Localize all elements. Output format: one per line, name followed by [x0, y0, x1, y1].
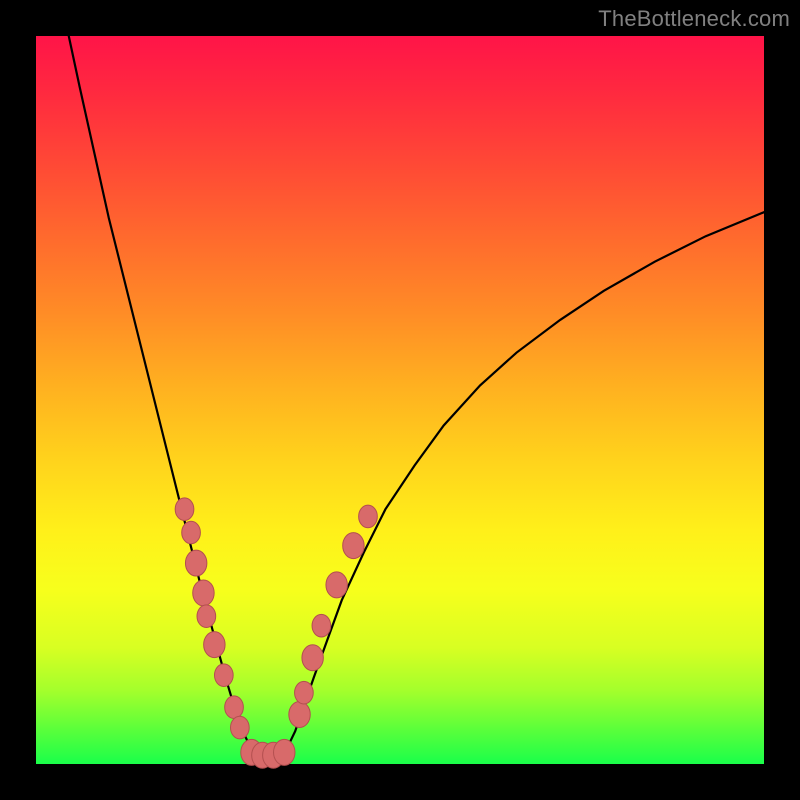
data-dot [193, 580, 214, 606]
data-dots [175, 498, 377, 768]
curve-left [69, 36, 259, 760]
watermark-text: TheBottleneck.com [598, 6, 790, 32]
data-dot [197, 605, 216, 628]
data-dot [295, 681, 314, 704]
data-dot [231, 716, 250, 739]
data-dot [302, 645, 323, 671]
data-dot [182, 521, 201, 544]
data-dot [343, 533, 364, 559]
data-dot [274, 739, 295, 765]
data-dot [214, 664, 233, 687]
data-dot [204, 632, 225, 658]
data-dot [359, 505, 378, 528]
data-dot [225, 696, 244, 719]
plot-area [36, 36, 764, 764]
curve-right [279, 212, 764, 759]
data-dot [175, 498, 194, 521]
data-dot [312, 614, 331, 637]
data-dot [185, 550, 206, 576]
data-dot [326, 572, 347, 598]
data-dot [289, 702, 310, 728]
curve-svg [36, 36, 764, 764]
chart-frame: TheBottleneck.com [0, 0, 800, 800]
